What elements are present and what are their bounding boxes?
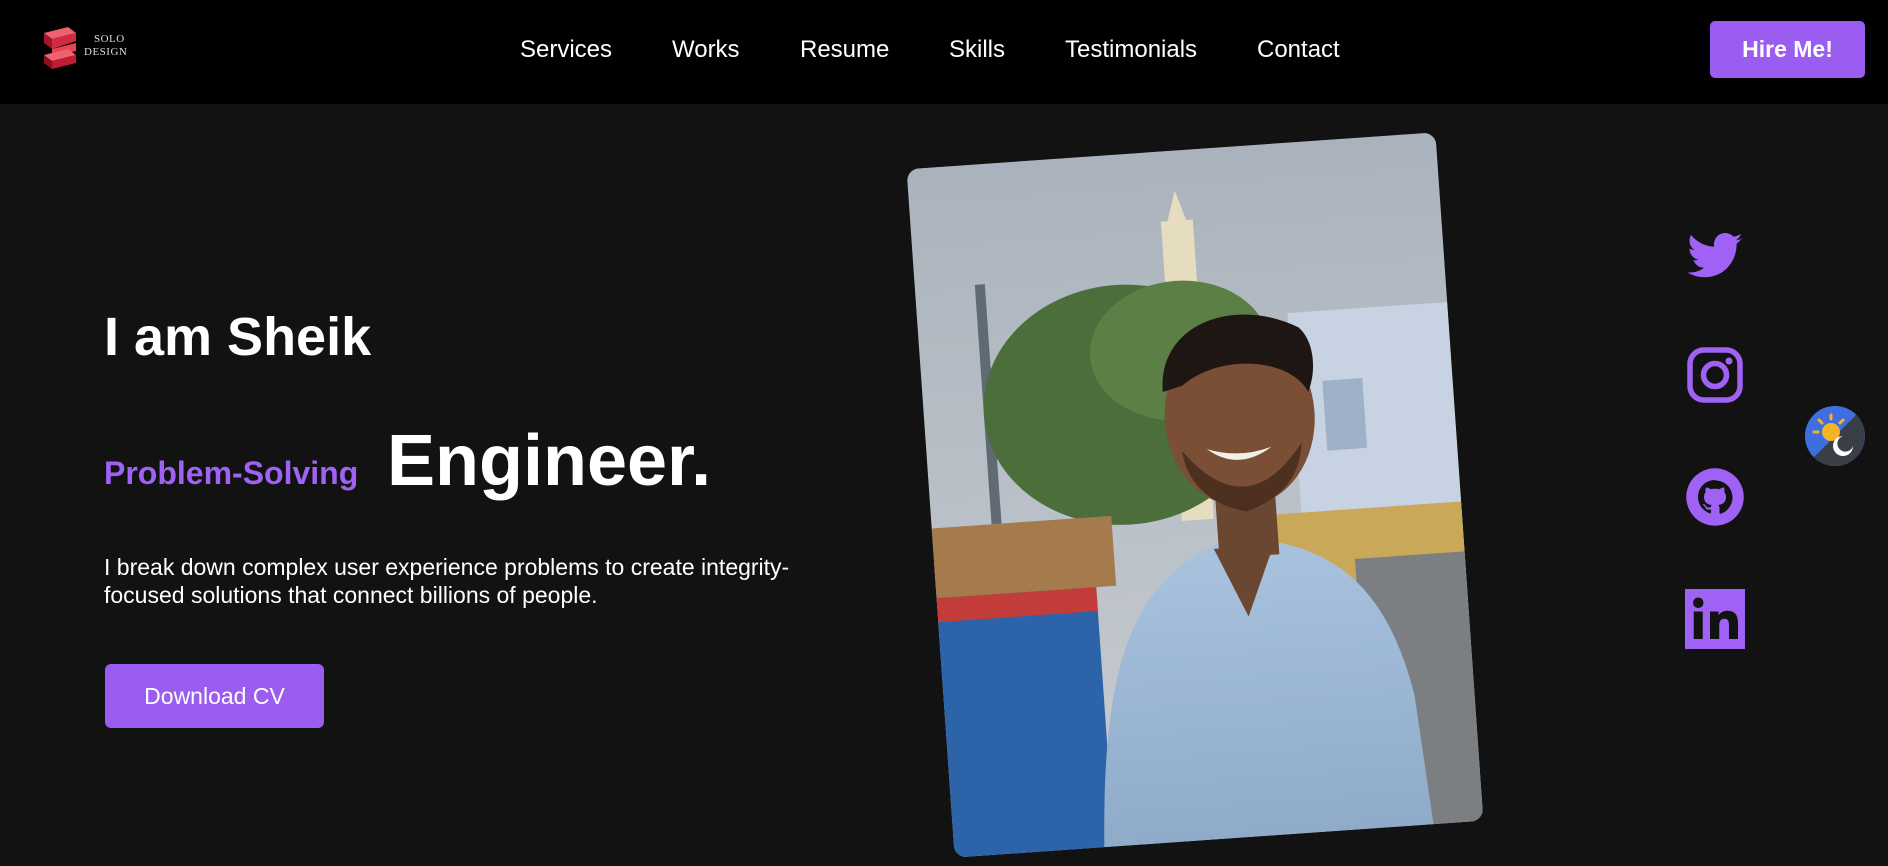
profile-photo <box>906 132 1484 858</box>
download-cv-button[interactable]: Download CV <box>105 664 324 728</box>
linkedin-icon[interactable] <box>1685 589 1745 649</box>
instagram-icon[interactable] <box>1685 345 1745 405</box>
hero-role-main: Engineer. <box>387 421 712 501</box>
hero-role-accent: Problem-Solving <box>104 455 359 491</box>
twitter-icon[interactable] <box>1685 227 1745 287</box>
hire-me-button[interactable]: Hire Me! <box>1710 21 1865 78</box>
hero-greeting: I am Sheik <box>104 307 372 367</box>
nav-link-contact[interactable]: Contact <box>1257 36 1340 64</box>
nav-link-testimonials[interactable]: Testimonials <box>1065 36 1197 64</box>
github-icon[interactable] <box>1685 467 1745 527</box>
logo[interactable]: SOLO DESIGN <box>38 27 142 71</box>
hero-intro: I break down complex user experience pro… <box>104 554 790 608</box>
profile-photo-illustration <box>906 132 1484 858</box>
logo-wordmark: SOLO DESIGN <box>84 33 128 58</box>
nav-link-resume[interactable]: Resume <box>800 36 889 64</box>
nav-link-services[interactable]: Services <box>520 36 612 64</box>
logo-mark-icon <box>44 27 76 69</box>
nav-link-works[interactable]: Works <box>672 36 740 64</box>
navbar: SOLO DESIGN Services Works Resume Skills… <box>0 0 1888 104</box>
nav-link-skills[interactable]: Skills <box>949 36 1005 64</box>
theme-toggle-button[interactable] <box>1805 406 1865 466</box>
sun-moon-icon <box>1805 406 1865 466</box>
